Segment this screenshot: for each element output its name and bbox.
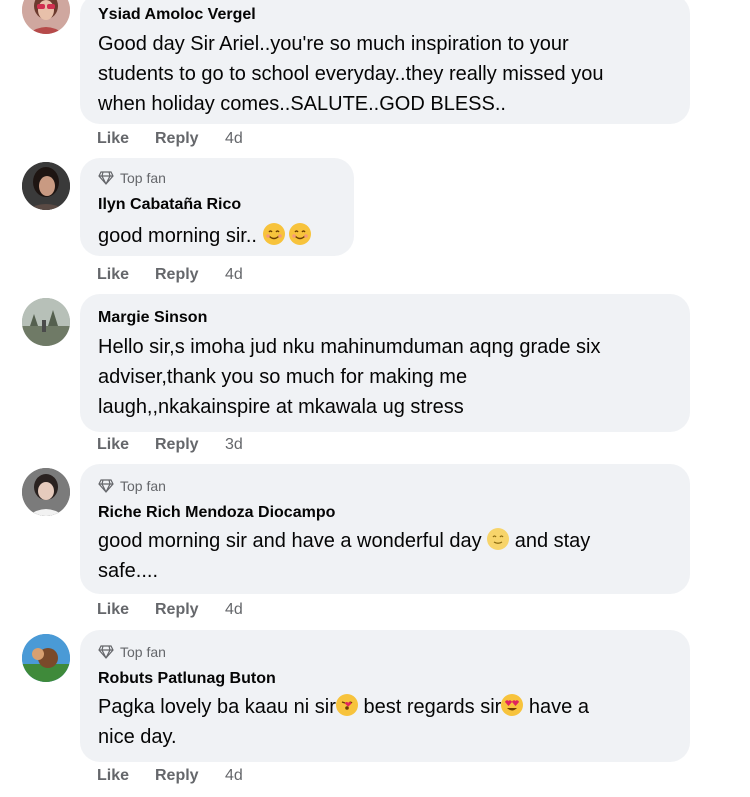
comment-author[interactable]: Ilyn Cabataña Rico xyxy=(98,196,241,214)
like-button[interactable]: Like xyxy=(97,436,155,454)
comment-timestamp[interactable]: 4d xyxy=(225,601,243,619)
comment-text-segment: Pagka lovely ba kaau ni sir xyxy=(98,696,336,718)
reply-button[interactable]: Reply xyxy=(155,130,225,148)
comment-timestamp[interactable]: 4d xyxy=(225,266,243,284)
comment-author[interactable]: Margie Sinson xyxy=(98,309,207,327)
comment-text-line: good morning sir and have a wonderful da… xyxy=(98,526,676,556)
comment-item: Top fan Ilyn Cabataña Rico good morning … xyxy=(0,158,750,288)
comment-item: Margie Sinson Hello sir,s imoha jud nku … xyxy=(0,294,750,464)
comment-text-segment: have a xyxy=(528,696,589,718)
top-fan-badge: Top fan xyxy=(98,170,166,186)
comment-timestamp[interactable]: 4d xyxy=(225,767,243,785)
like-button[interactable]: Like xyxy=(97,601,155,619)
comment-text-line: good morning sir.. xyxy=(98,221,340,251)
smiling-face-emoji xyxy=(288,223,311,245)
comment-item: Ysiad Amoloc Vergel Good day Sir Ariel..… xyxy=(0,0,750,160)
diamond-icon xyxy=(98,645,114,659)
top-fan-label: Top fan xyxy=(120,644,166,660)
smiling-face-emoji xyxy=(262,223,285,245)
comment-bubble: Top fan Riche Rich Mendoza Diocampo good… xyxy=(80,464,690,594)
comment-bubble: Top fan Robuts Patlunag Buton Pagka love… xyxy=(80,630,690,762)
comment-text: good morning sir.. xyxy=(98,221,340,251)
comment-text-line: safe.... xyxy=(98,560,159,582)
like-button[interactable]: Like xyxy=(97,767,155,785)
heart-eyes-emoji xyxy=(501,694,524,716)
comment-text-segment: good morning sir.. xyxy=(98,225,257,247)
smiling-face-emoji xyxy=(487,528,510,550)
comment-bubble: Margie Sinson Hello sir,s imoha jud nku … xyxy=(80,294,690,432)
comment-actions: Like Reply 4d xyxy=(97,767,243,785)
top-fan-label: Top fan xyxy=(120,170,166,186)
like-button[interactable]: Like xyxy=(97,266,155,284)
comment-text-line: nice day. xyxy=(98,726,177,748)
reply-button[interactable]: Reply xyxy=(155,601,225,619)
comment-text-line: Good day Sir Ariel..you're so much inspi… xyxy=(98,33,569,55)
avatar[interactable] xyxy=(22,468,70,516)
comment-actions: Like Reply 4d xyxy=(97,130,243,148)
like-button[interactable]: Like xyxy=(97,130,155,148)
comment-author[interactable]: Robuts Patlunag Buton xyxy=(98,670,276,688)
top-fan-badge: Top fan xyxy=(98,478,166,494)
comment-author[interactable]: Riche Rich Mendoza Diocampo xyxy=(98,504,335,522)
comment-text: Good day Sir Ariel..you're so much inspi… xyxy=(98,29,676,119)
comment-text-line: laugh,,nkakainspire at mkawala ug stress xyxy=(98,396,464,418)
comment-text-segment: good morning sir and have a wonderful da… xyxy=(98,530,482,552)
comment-actions: Like Reply 4d xyxy=(97,266,243,284)
reply-button[interactable]: Reply xyxy=(155,436,225,454)
comment-text: Hello sir,s imoha jud nku mahinumduman a… xyxy=(98,332,676,422)
comment-text: good morning sir and have a wonderful da… xyxy=(98,526,676,586)
comment-text-segment: best regards sir xyxy=(363,696,502,718)
comment-item: Top fan Riche Rich Mendoza Diocampo good… xyxy=(0,464,750,630)
comment-item: Top fan Robuts Patlunag Buton Pagka love… xyxy=(0,630,750,797)
avatar[interactable] xyxy=(22,0,70,34)
comment-text-line: Pagka lovely ba kaau ni sir best regards… xyxy=(98,692,676,722)
top-fan-label: Top fan xyxy=(120,478,166,494)
comment-bubble: Ysiad Amoloc Vergel Good day Sir Ariel..… xyxy=(80,0,690,124)
comment-text: Pagka lovely ba kaau ni sir best regards… xyxy=(98,692,676,752)
comment-text-line: students to go to school everyday..they … xyxy=(98,63,604,85)
comment-text-line: adviser,thank you so much for making me xyxy=(98,366,468,388)
comment-bubble: Top fan Ilyn Cabataña Rico good morning … xyxy=(80,158,354,256)
reply-button[interactable]: Reply xyxy=(155,767,225,785)
avatar[interactable] xyxy=(22,298,70,346)
comment-actions: Like Reply 4d xyxy=(97,601,243,619)
diamond-icon xyxy=(98,171,114,185)
avatar[interactable] xyxy=(22,634,70,682)
comment-text-segment: and stay xyxy=(514,530,591,552)
top-fan-badge: Top fan xyxy=(98,644,166,660)
comment-actions: Like Reply 3d xyxy=(97,436,243,454)
comment-author[interactable]: Ysiad Amoloc Vergel xyxy=(98,6,256,24)
comment-text-line: Hello sir,s imoha jud nku mahinumduman a… xyxy=(98,336,601,358)
avatar[interactable] xyxy=(22,162,70,210)
reply-button[interactable]: Reply xyxy=(155,266,225,284)
kissing-face-emoji xyxy=(335,694,358,716)
comment-timestamp[interactable]: 3d xyxy=(225,436,243,454)
comment-timestamp[interactable]: 4d xyxy=(225,130,243,148)
diamond-icon xyxy=(98,479,114,493)
comment-text-line: when holiday comes..SALUTE..GOD BLESS.. xyxy=(98,93,506,115)
